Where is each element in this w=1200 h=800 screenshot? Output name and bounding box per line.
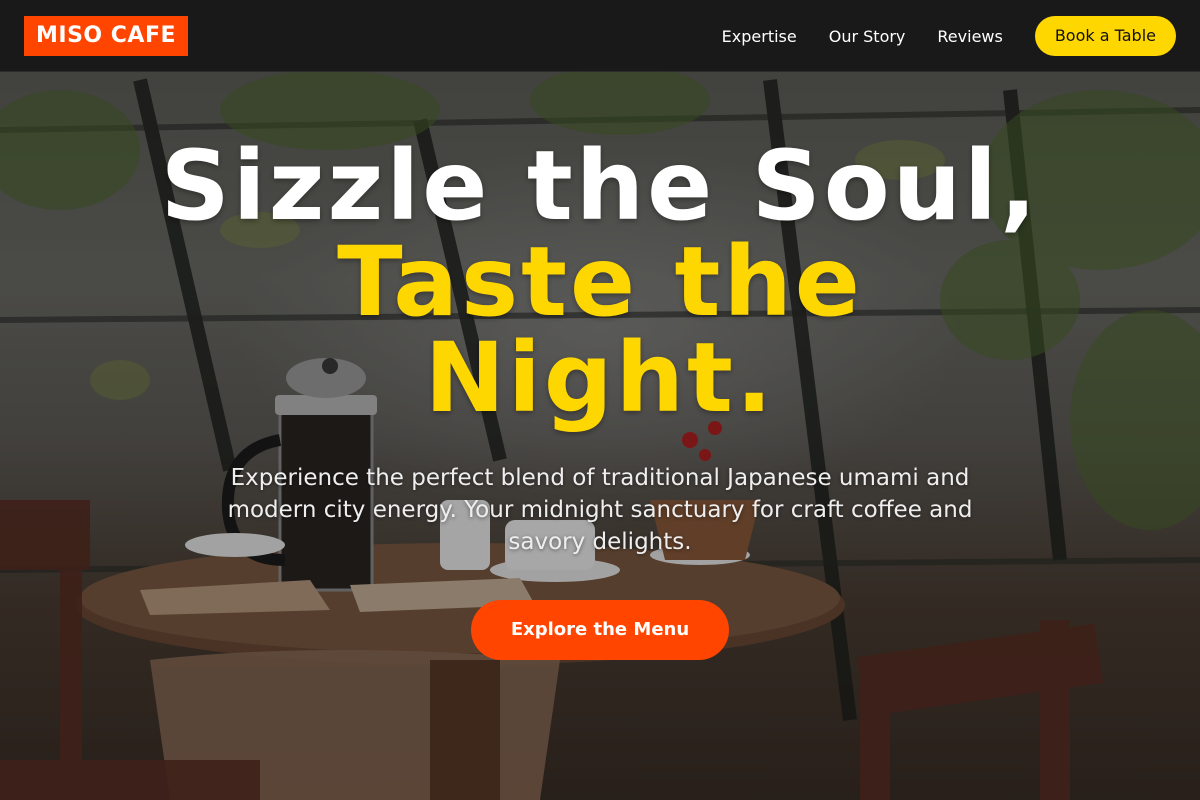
nav-link-reviews[interactable]: Reviews xyxy=(937,27,1002,46)
hero-content: Sizzle the Soul, Taste the Night. Experi… xyxy=(0,138,1200,660)
explore-menu-button[interactable]: Explore the Menu xyxy=(470,600,730,660)
site-logo[interactable]: MISO CAFE xyxy=(24,16,189,56)
headline-line-1: Sizzle the Soul, xyxy=(160,130,1040,242)
site-header: MISO CAFE Expertise Our Story Reviews Bo… xyxy=(0,0,1200,72)
nav-link-expertise[interactable]: Expertise xyxy=(722,27,797,46)
book-table-button[interactable]: Book a Table xyxy=(1034,16,1176,56)
landing-page: MISO CAFE Expertise Our Story Reviews Bo… xyxy=(0,0,1200,800)
nav-link-our-story[interactable]: Our Story xyxy=(829,27,906,46)
hero-subtext: Experience the perfect blend of traditio… xyxy=(227,465,973,555)
main-nav: Expertise Our Story Reviews Book a Table xyxy=(722,0,1176,72)
hero-headline: Sizzle the Soul, Taste the Night. xyxy=(0,138,1200,426)
headline-accent: Taste the Night. xyxy=(337,226,863,434)
